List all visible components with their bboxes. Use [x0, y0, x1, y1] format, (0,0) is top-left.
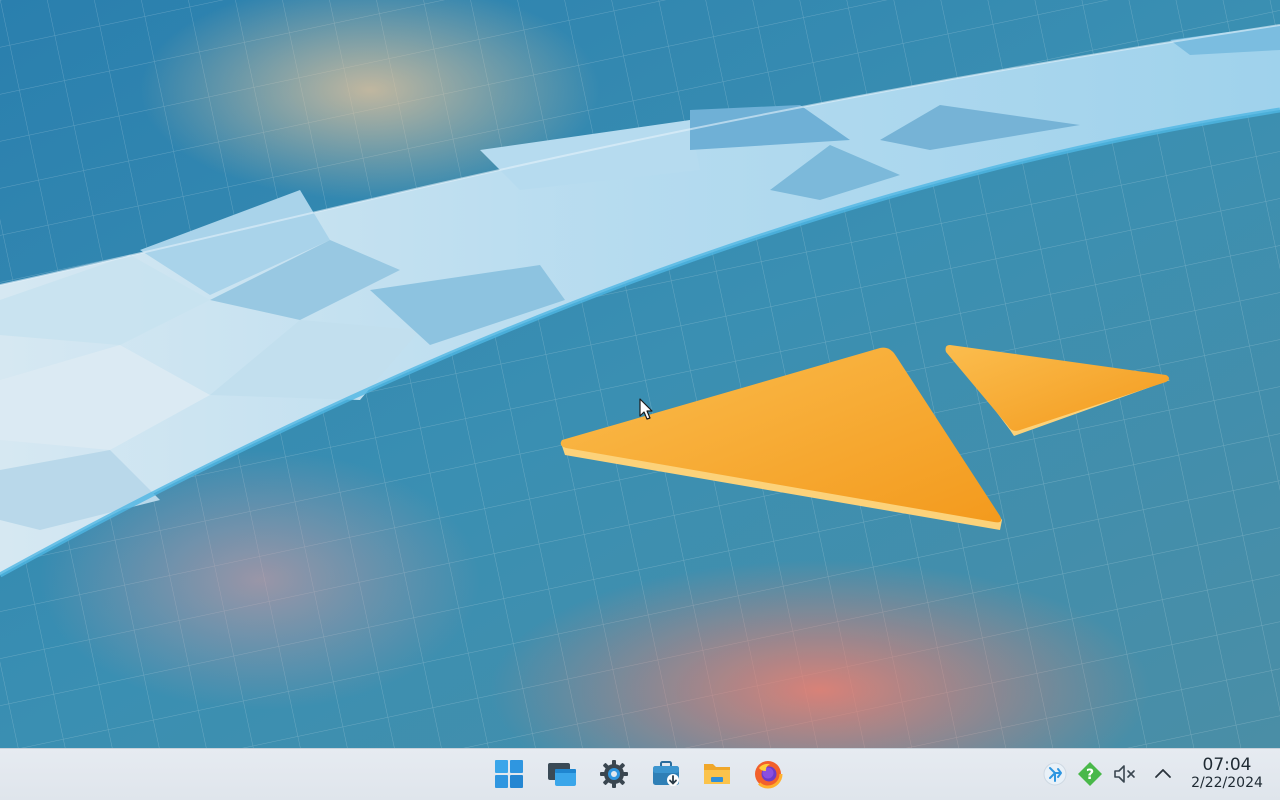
- digital-clock[interactable]: 07:04 2/22/2024: [1180, 755, 1274, 792]
- start-menu-button[interactable]: [492, 757, 526, 791]
- task-view-button[interactable]: [545, 757, 579, 791]
- file-manager-button[interactable]: [700, 757, 734, 791]
- help-icon: ?: [1078, 762, 1102, 786]
- windows-logo-icon: [495, 760, 523, 788]
- task-view-icon: [548, 763, 576, 786]
- discover-button[interactable]: [649, 757, 683, 791]
- taskbar: ? 07:04 2/22/2024: [0, 748, 1280, 800]
- system-settings-button[interactable]: [597, 757, 631, 791]
- clock-date: 2/22/2024: [1191, 775, 1263, 791]
- chevron-up-icon: [1155, 769, 1171, 778]
- help-symbol: ?: [1086, 767, 1094, 783]
- mouse-cursor-icon: [639, 398, 653, 420]
- desktop-wallpaper: [0, 0, 1280, 748]
- kde-connect-icon: [1043, 762, 1067, 786]
- help-button[interactable]: ?: [1077, 761, 1103, 787]
- show-hidden-icons-button[interactable]: [1150, 761, 1176, 787]
- firefox-icon: [753, 759, 783, 789]
- kde-connect-button[interactable]: [1042, 761, 1068, 787]
- software-store-icon: [653, 761, 679, 786]
- volume-muted-icon: [1114, 765, 1135, 783]
- gear-icon: [600, 760, 628, 788]
- desktop[interactable]: [0, 0, 1280, 748]
- clock-time: 07:04: [1202, 755, 1252, 775]
- folder-icon: [704, 764, 730, 784]
- firefox-button[interactable]: [751, 757, 785, 791]
- volume-button[interactable]: [1112, 761, 1138, 787]
